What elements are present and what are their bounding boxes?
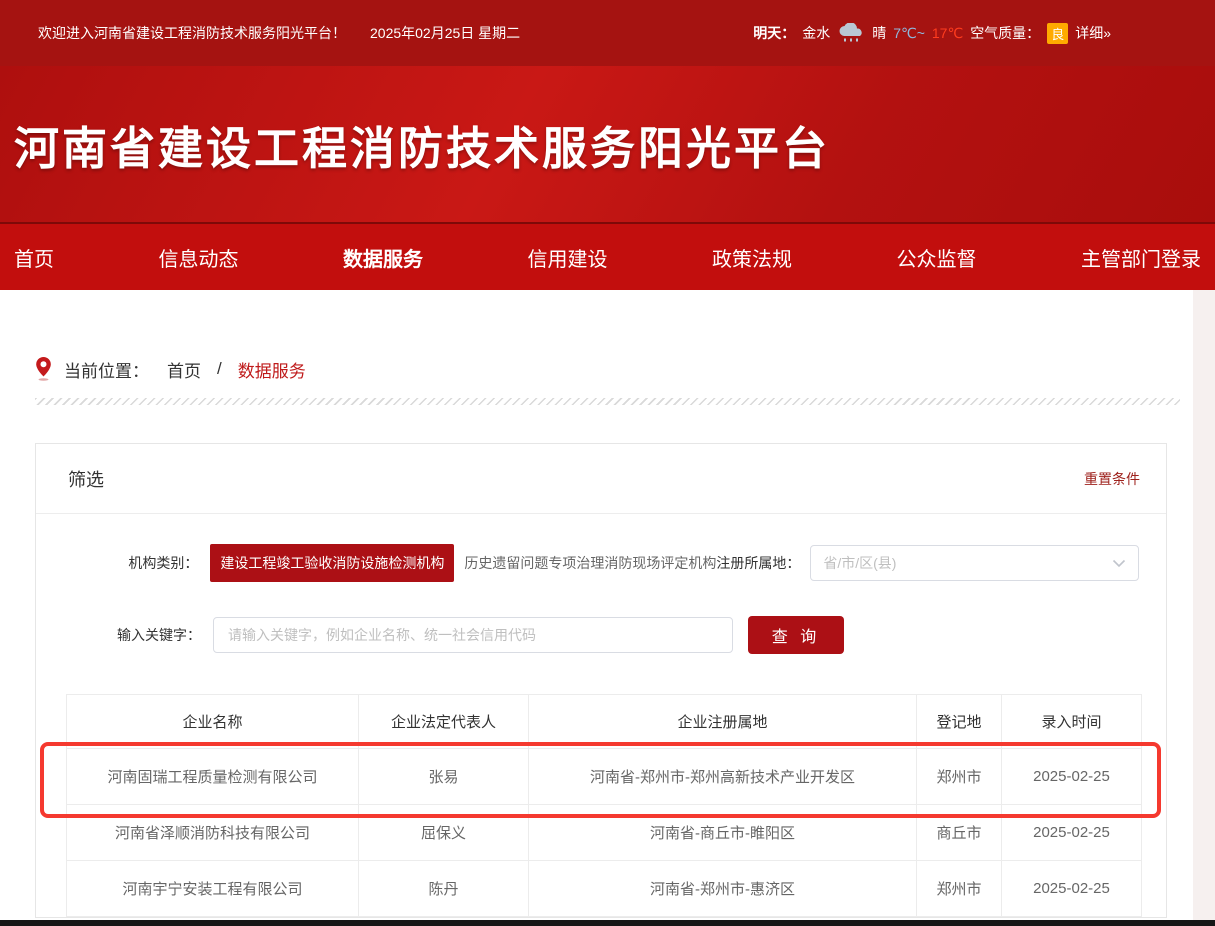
main-nav: 首页 信息动态 数据服务 信用建设 政策法规 公众监督 主管部门登录	[0, 222, 1215, 290]
column-header-legal-rep: 企业法定代表人	[359, 695, 529, 749]
filter-panel-header: 筛选 重置条件	[36, 444, 1166, 514]
column-header-registration-place: 登记地	[917, 695, 1002, 749]
category-label: 机构类别：	[71, 553, 198, 573]
column-header-entry-date: 录入时间	[1002, 695, 1142, 749]
cell-legal-rep: 屈保义	[359, 805, 529, 861]
cell-registered-region: 河南省-郑州市-郑州高新技术产业开发区	[529, 749, 917, 805]
cell-legal-rep: 陈丹	[359, 861, 529, 917]
cell-registration-place: 商丘市	[917, 805, 1002, 861]
nav-item-admin-login[interactable]: 主管部门登录	[1081, 243, 1201, 272]
category-tab-inspection-active[interactable]: 建设工程竣工验收消防设施检测机构	[210, 544, 454, 582]
keyword-input[interactable]	[213, 617, 733, 653]
cell-registered-region: 河南省-郑州市-惠济区	[529, 861, 917, 917]
column-header-company: 企业名称	[67, 695, 359, 749]
cell-entry-date: 2025-02-25	[1002, 749, 1142, 805]
temp-low: 7℃~	[893, 25, 925, 42]
cell-legal-rep: 张易	[359, 749, 529, 805]
search-button[interactable]: 查 询	[748, 616, 844, 654]
slash-divider	[35, 398, 1180, 405]
table-row[interactable]: 河南固瑞工程质量检测有限公司 张易 河南省-郑州市-郑州高新技术产业开发区 郑州…	[67, 749, 1142, 805]
breadcrumb: 当前位置： 首页 / 数据服务	[35, 356, 1215, 382]
cell-company: 河南省泽顺消防科技有限公司	[67, 805, 359, 861]
aqi-label: 空气质量：	[970, 23, 1040, 43]
cell-company: 河南宇宁安装工程有限公司	[67, 861, 359, 917]
table-header-row: 企业名称 企业法定代表人 企业注册属地 登记地 录入时间	[67, 695, 1142, 749]
weather-widget: 明天： 金水 晴 7℃~ 17℃ 空气质量： 良 详细»	[753, 23, 1111, 44]
nav-item-policy[interactable]: 政策法规	[712, 243, 792, 272]
cell-entry-date: 2025-02-25	[1002, 861, 1142, 917]
region-select[interactable]: 省/市/区(县)	[810, 545, 1139, 581]
nav-item-home[interactable]: 首页	[14, 243, 54, 272]
top-utility-bar: 欢迎进入河南省建设工程消防技术服务阳光平台！ 2025年02月25日 星期二 明…	[0, 0, 1215, 66]
cell-registration-place: 郑州市	[917, 749, 1002, 805]
nav-item-data-service[interactable]: 数据服务	[343, 243, 423, 272]
region-label: 注册所属地：	[716, 553, 800, 573]
nav-item-supervision[interactable]: 公众监督	[897, 243, 977, 272]
nav-item-news[interactable]: 信息动态	[159, 243, 239, 272]
breadcrumb-current-link[interactable]: 数据服务	[238, 357, 306, 382]
filter-row-keyword: 输入关键字： 查 询	[36, 616, 1166, 654]
cell-registered-region: 河南省-商丘市-睢阳区	[529, 805, 917, 861]
date-text: 2025年02月25日 星期二	[370, 23, 520, 43]
nav-item-credit[interactable]: 信用建设	[528, 243, 608, 272]
welcome-text: 欢迎进入河南省建设工程消防技术服务阳光平台！	[38, 23, 346, 43]
bottom-edge-bar	[0, 920, 1215, 926]
weather-detail-link[interactable]: 详细»	[1075, 23, 1111, 43]
cloud-icon	[837, 23, 865, 43]
weather-condition: 晴	[872, 23, 886, 43]
scrollbar-track[interactable]	[1193, 290, 1215, 926]
category-tab-legacy[interactable]: 历史遗留问题专项治理消防现场评定机构	[464, 553, 716, 573]
cell-entry-date: 2025-02-25	[1002, 805, 1142, 861]
site-banner: 河南省建设工程消防技术服务阳光平台	[0, 66, 1215, 222]
column-header-registered-region: 企业注册属地	[529, 695, 917, 749]
weather-district: 金水	[802, 23, 830, 43]
region-select-placeholder: 省/市/区(县)	[823, 553, 896, 573]
temp-high: 17℃	[932, 25, 963, 42]
cell-company: 河南固瑞工程质量检测有限公司	[67, 749, 359, 805]
weather-label: 明天：	[753, 23, 795, 43]
site-title: 河南省建设工程消防技术服务阳光平台	[0, 66, 1215, 177]
chevron-down-icon	[1112, 559, 1126, 568]
keyword-label: 输入关键字：	[71, 625, 201, 645]
breadcrumb-separator: /	[217, 359, 222, 379]
filter-row-category: 机构类别： 建设工程竣工验收消防设施检测机构 历史遗留问题专项治理消防现场评定机…	[36, 544, 1166, 582]
reset-filters-link[interactable]: 重置条件	[1084, 469, 1140, 489]
results-table: 企业名称 企业法定代表人 企业注册属地 登记地 录入时间 河南固瑞工程质量检测有…	[66, 694, 1142, 917]
aqi-badge: 良	[1047, 23, 1068, 44]
breadcrumb-label: 当前位置：	[64, 357, 149, 382]
cell-registration-place: 郑州市	[917, 861, 1002, 917]
filter-panel: 筛选 重置条件 机构类别： 建设工程竣工验收消防设施检测机构 历史遗留问题专项治…	[35, 443, 1167, 918]
filter-title: 筛选	[68, 466, 104, 492]
breadcrumb-home-link[interactable]: 首页	[167, 357, 201, 382]
table-row[interactable]: 河南省泽顺消防科技有限公司 屈保义 河南省-商丘市-睢阳区 商丘市 2025-0…	[67, 805, 1142, 861]
location-pin-icon	[35, 356, 52, 382]
table-row[interactable]: 河南宇宁安装工程有限公司 陈丹 河南省-郑州市-惠济区 郑州市 2025-02-…	[67, 861, 1142, 917]
